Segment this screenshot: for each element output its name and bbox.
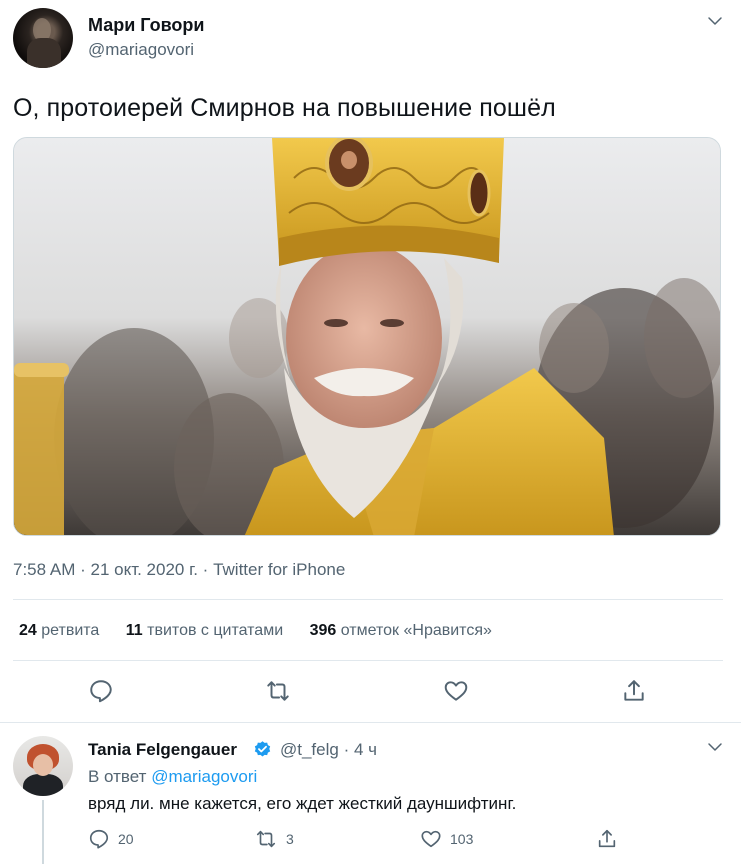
reply-like-button[interactable]: 103: [420, 828, 473, 850]
like-button[interactable]: [441, 676, 471, 706]
reply-like-count: 103: [450, 831, 474, 847]
separator: ·: [75, 560, 91, 579]
reply-time[interactable]: 4 ч: [354, 740, 377, 759]
tweet-source[interactable]: Twitter for iPhone: [213, 560, 345, 579]
tweet-stats: 24 ретвита 11 твитов с цитатами 396 отме…: [19, 622, 514, 640]
divider: [0, 722, 741, 723]
author-handle[interactable]: @mariagovori: [88, 40, 194, 60]
replying-to-link[interactable]: @mariagovori: [151, 767, 257, 786]
likes-label: отметок «Нравится»: [340, 622, 492, 639]
retweet-button[interactable]: [263, 676, 293, 706]
tweet-time[interactable]: 7:58 AM: [13, 560, 75, 579]
retweet-icon: [256, 830, 276, 848]
retweets-count: 24: [19, 622, 37, 639]
divider: [13, 599, 723, 600]
speech-bubble-icon: [89, 829, 109, 849]
replying-label: В ответ: [88, 767, 147, 786]
heart-icon: [421, 830, 441, 848]
separator: ·: [197, 560, 214, 579]
reply-handle-line: @t_felg · 4 ч: [280, 740, 378, 759]
heart-icon: [444, 681, 468, 701]
reply-retweet-count: 3: [286, 831, 294, 847]
reply-reply-button[interactable]: 20: [88, 828, 134, 850]
likes-count: 396: [309, 622, 337, 639]
reply-author-avatar[interactable]: [13, 736, 73, 796]
reply-share-button[interactable]: [596, 828, 618, 850]
tweet-actions: [0, 676, 741, 712]
tweet-header: Мари Говори @mariagovori: [13, 8, 728, 70]
thread-line: [42, 800, 44, 864]
quotes-label: твитов с цитатами: [147, 622, 284, 639]
avatar-body: [23, 774, 63, 796]
chevron-down-icon[interactable]: [706, 12, 724, 30]
tweet-text: О, протоиерей Смирнов на повышение пошёл: [13, 94, 556, 122]
reply-actions: 20 3 103: [88, 828, 648, 854]
reply-author-handle[interactable]: @t_felg: [280, 740, 339, 759]
likes-stat[interactable]: 396 отметок «Нравится»: [310, 622, 492, 639]
tweet-date[interactable]: 21 окт. 2020 г.: [90, 560, 197, 579]
chevron-down-icon[interactable]: [706, 738, 724, 756]
replying-to: В ответ @mariagovori: [88, 767, 257, 787]
tweet-meta: 7:58 AM · 21 окт. 2020 г. · Twitter for …: [13, 560, 345, 580]
share-button[interactable]: [619, 676, 649, 706]
share-icon: [624, 680, 644, 701]
reply-author-name[interactable]: Tania Felgengauer: [88, 740, 237, 760]
retweets-stat[interactable]: 24 ретвита: [19, 622, 99, 639]
divider: [13, 660, 723, 661]
photo-illustration: [14, 138, 720, 535]
retweet-icon: [267, 681, 289, 701]
reply-count: 20: [118, 831, 134, 847]
avatar-face: [33, 754, 53, 776]
speech-bubble-icon: [90, 680, 112, 703]
quotes-count: 11: [125, 622, 143, 639]
share-icon: [598, 829, 616, 848]
reply-tweet[interactable]: Tania Felgengauer @t_felg · 4 ч В ответ …: [0, 724, 741, 864]
tweet-photo[interactable]: [13, 137, 721, 536]
reply-text: вряд ли. мне кажется, его ждет жесткий д…: [88, 794, 517, 813]
reply-button[interactable]: [86, 676, 116, 706]
reply-retweet-button[interactable]: 3: [254, 828, 294, 850]
author-name[interactable]: Мари Говори: [88, 15, 204, 36]
avatar-body: [27, 38, 61, 68]
quotes-stat[interactable]: 11 твитов с цитатами: [126, 622, 283, 639]
verified-badge-icon: [254, 741, 271, 757]
author-avatar[interactable]: [13, 8, 73, 68]
retweets-label: ретвита: [41, 622, 100, 639]
